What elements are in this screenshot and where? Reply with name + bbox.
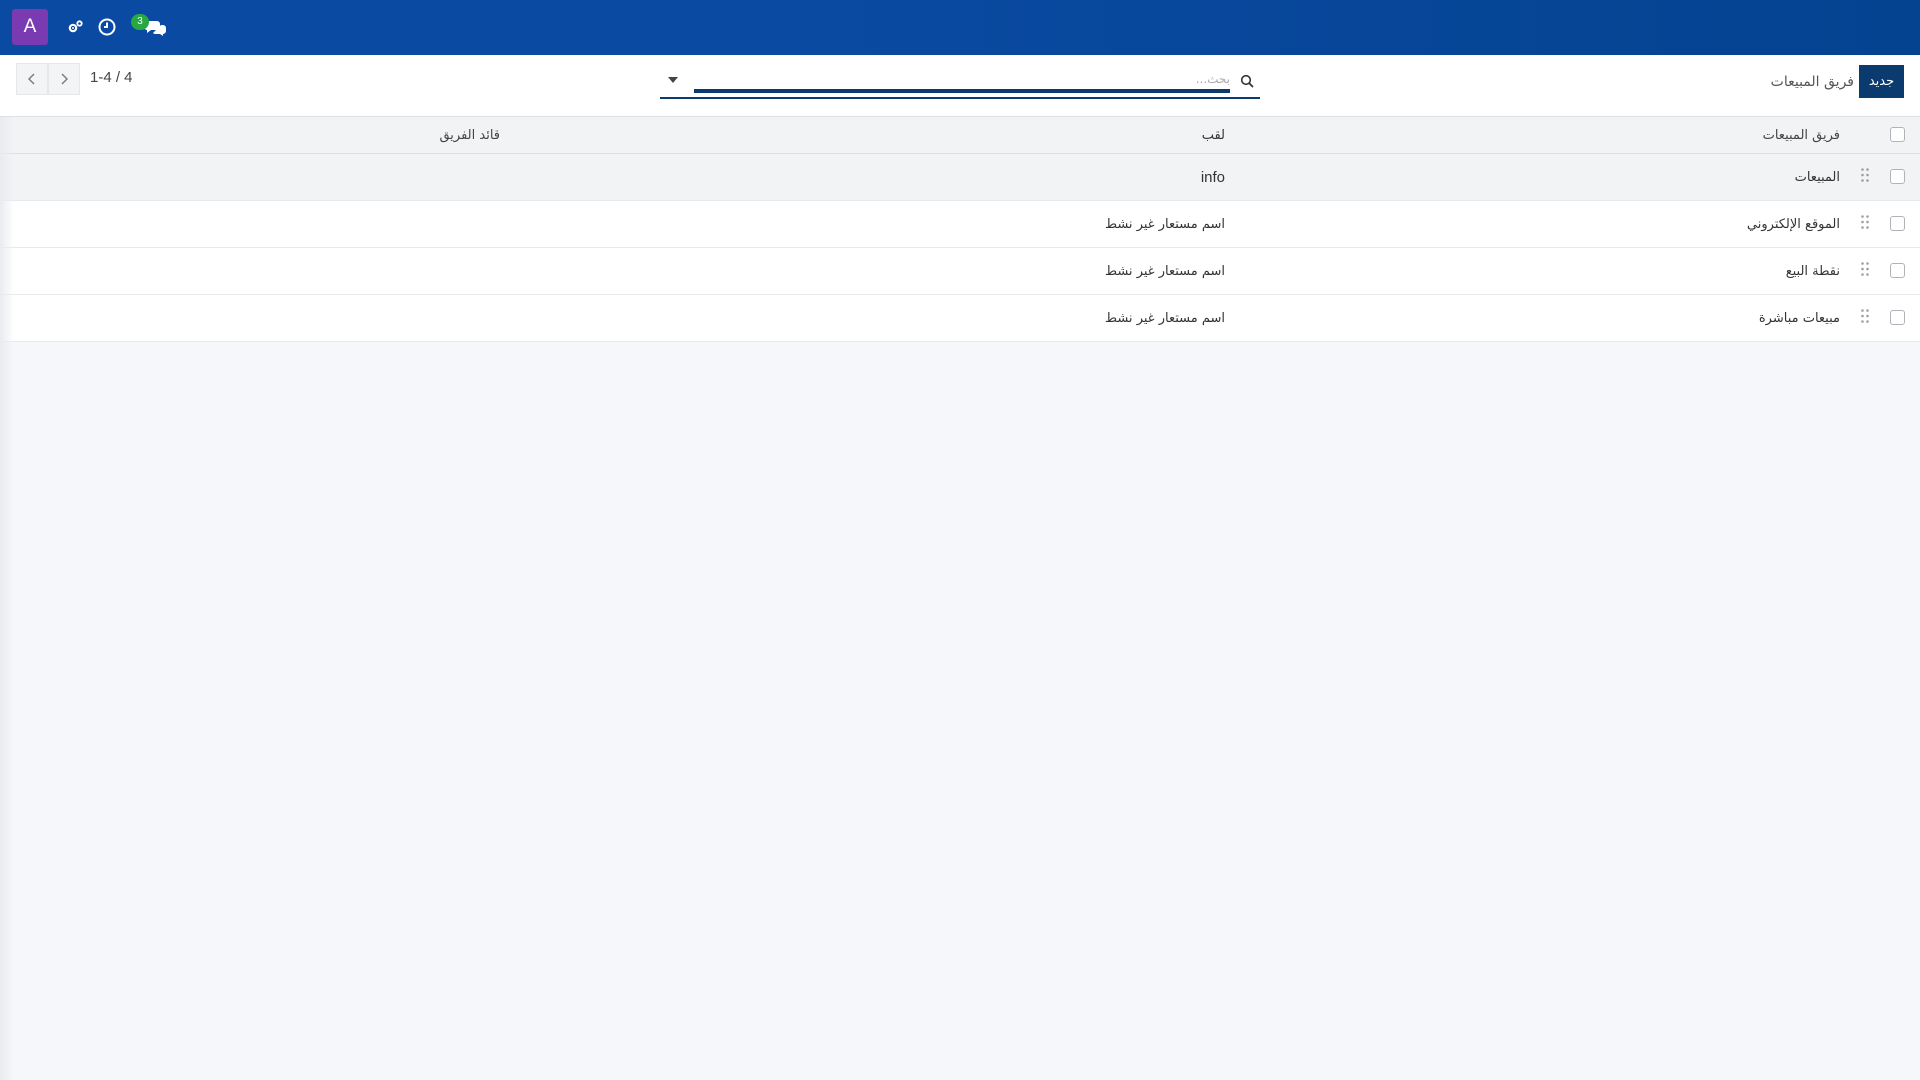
pager-previous-button[interactable] — [16, 63, 48, 95]
pager-next-button[interactable] — [48, 63, 80, 95]
table-row[interactable]: نقطة البيع اسم مستعار غير نشط — [0, 248, 1920, 295]
alias-cell: اسم مستعار غير نشط — [1105, 310, 1225, 326]
team-name-cell: الموقع الإلكتروني — [1746, 216, 1840, 232]
search-options-dropdown-icon[interactable] — [668, 77, 678, 83]
search-icon — [1240, 73, 1254, 88]
new-button[interactable]: جديد — [1859, 65, 1904, 98]
drag-handle-icon[interactable] — [1860, 214, 1870, 230]
column-header-leader[interactable]: قائد الفريق — [439, 117, 500, 153]
table-row[interactable]: المبيعات info — [0, 154, 1920, 201]
clock-icon[interactable] — [97, 17, 117, 37]
column-header-team[interactable]: فريق المبيعات — [1763, 117, 1840, 153]
table-row[interactable]: الموقع الإلكتروني اسم مستعار غير نشط — [0, 201, 1920, 248]
row-checkbox[interactable] — [1890, 169, 1905, 184]
drag-handle-icon[interactable] — [1860, 167, 1870, 183]
drag-handle-icon[interactable] — [1860, 308, 1870, 324]
row-checkbox[interactable] — [1890, 216, 1905, 231]
drag-handle-icon[interactable] — [1860, 261, 1870, 277]
row-checkbox[interactable] — [1890, 310, 1905, 325]
page-title: فريق المبيعات — [1770, 74, 1854, 90]
top-navbar: A 3 — [0, 0, 1920, 55]
left-edge-shadow — [0, 117, 14, 1080]
pager-value[interactable]: 1-4 / 4 — [90, 69, 133, 86]
team-name-cell: مبيعات مباشرة — [1758, 310, 1840, 326]
alias-cell: اسم مستعار غير نشط — [1105, 216, 1225, 232]
user-avatar[interactable]: A — [12, 9, 48, 45]
column-header-alias[interactable]: لقب — [1202, 117, 1225, 153]
table-row[interactable]: مبيعات مباشرة اسم مستعار غير نشط — [0, 295, 1920, 342]
sales-team-list: فريق المبيعات لقب قائد الفريق المبيعات i… — [0, 117, 1920, 342]
settings-cogs-icon[interactable] — [66, 17, 86, 37]
alias-cell: اسم مستعار غير نشط — [1105, 263, 1225, 279]
row-checkbox[interactable] — [1890, 263, 1905, 278]
table-header: فريق المبيعات لقب قائد الفريق — [0, 117, 1920, 154]
search-bar — [660, 67, 1260, 99]
search-input[interactable] — [694, 69, 1230, 93]
control-panel: جديد فريق المبيعات 1-4 / 4 — [0, 55, 1920, 117]
alias-cell: info — [1200, 168, 1225, 186]
chat-unread-badge: 3 — [131, 14, 149, 30]
team-name-cell: نقطة البيع — [1785, 263, 1840, 279]
team-name-cell: المبيعات — [1794, 169, 1840, 185]
select-all-checkbox[interactable] — [1890, 127, 1905, 142]
